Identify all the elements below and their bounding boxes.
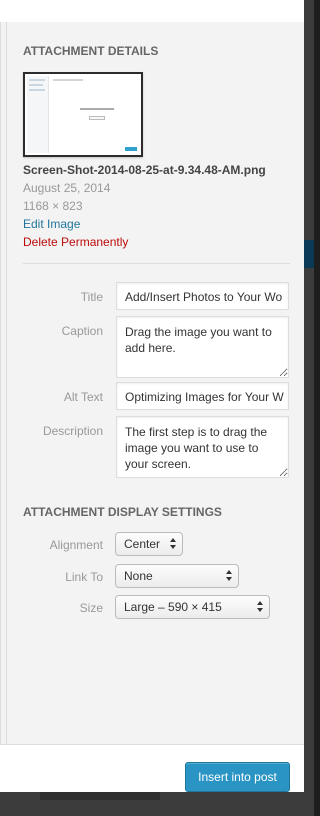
description-textarea[interactable]: The first step is to drag the image you … [116,416,289,478]
caption-textarea[interactable]: Drag the image you want to add here. [116,316,289,378]
thumbnail-corner-graphic [125,147,137,151]
title-input[interactable]: Add/Insert Photos to Your Wo [116,282,289,310]
delete-permanently-link[interactable]: Delete Permanently [23,235,128,249]
attachment-dimensions: 1168 × 823 [23,199,83,213]
alignment-value: Center [124,537,161,551]
display-settings-heading: Attachment Display Settings [23,505,222,519]
link-to-value: None [124,569,153,583]
thumbnail-text-graphic [80,108,114,110]
backdrop-right [304,0,314,816]
thumbnail-line [29,79,45,81]
thumbnail-line [53,79,83,81]
backdrop-text-fragment [40,792,160,800]
title-label: Title [80,290,103,304]
backdrop-bottom [0,792,314,816]
description-label: Description [42,424,103,438]
thumbnail-button-graphic [89,116,105,120]
thumbnail-line [29,84,43,86]
backdrop-edge [304,240,314,268]
details-divider [23,263,290,264]
attachment-thumbnail[interactable] [23,72,143,157]
alt-text-label: Alt Text [63,390,103,404]
caption-label: Caption [61,324,103,338]
size-select[interactable]: Large – 590 × 415 [115,595,270,619]
modal-footer: Insert into post [0,744,304,792]
select-arrows-icon [226,569,232,583]
thumbnail-line [29,89,45,91]
link-to-select[interactable]: None [115,564,239,588]
link-to-label: Link To [65,570,103,584]
insert-into-post-button[interactable]: Insert into post [185,762,290,792]
thumbnail-sidebar-graphic [27,76,49,153]
size-value: Large – 590 × 415 [124,600,222,614]
attachment-date: August 25, 2014 [23,181,111,195]
sidebar-divider-line [6,22,7,744]
attachment-filename: Screen-Shot-2014-08-25-at-9.34.48-AM.png [23,163,266,177]
modal-top-strip [0,0,304,22]
select-arrows-icon [170,537,176,551]
alignment-select[interactable]: Center [115,532,183,556]
alt-text-input[interactable]: Optimizing Images for Your W [116,382,289,410]
edit-image-link[interactable]: Edit Image [23,217,80,231]
alignment-label: Alignment [49,538,103,552]
select-arrows-icon [257,600,263,614]
size-label: Size [79,601,103,615]
attachment-details-heading: Attachment Details [23,44,159,58]
